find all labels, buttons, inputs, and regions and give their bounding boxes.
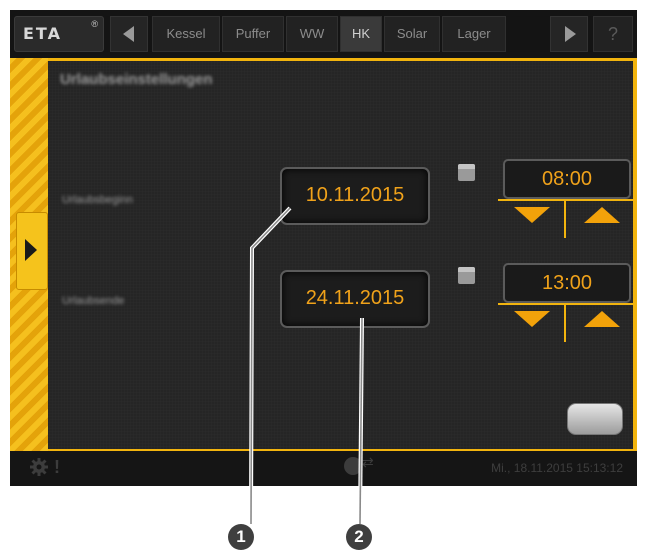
tab-hk[interactable]: HK [340, 16, 382, 52]
warning-icon[interactable]: ! [54, 457, 60, 478]
logo-text: ETA [23, 24, 62, 43]
tab-puffer[interactable]: Puffer [222, 16, 284, 52]
stepper-divider [564, 201, 566, 238]
up-arrow-icon[interactable] [584, 207, 620, 223]
vacation-start-time-field[interactable]: 08:00 [503, 159, 631, 199]
menu-arrow-icon [25, 239, 37, 261]
vacation-start-date-field[interactable]: 10.11.2015 [280, 167, 430, 225]
confirm-button[interactable] [567, 403, 623, 435]
help-button[interactable]: ? [593, 16, 633, 52]
eta-touch-display: ETA ® Kessel Puffer WW HK Solar Lager ? … [10, 10, 637, 486]
globe-icon[interactable] [344, 457, 362, 475]
gear-icon[interactable] [30, 458, 48, 476]
vacation-start-label: Urlaubsbeginn [62, 194, 133, 206]
up-arrow-icon[interactable] [584, 311, 620, 327]
nav-left-button[interactable] [110, 16, 148, 52]
tab-ww[interactable]: WW [286, 16, 338, 52]
tab-solar[interactable]: Solar [384, 16, 440, 52]
tab-kessel[interactable]: Kessel [152, 16, 220, 52]
calendar-icon[interactable] [458, 267, 475, 284]
panel-title: Urlaubseinstellungen [60, 71, 213, 88]
arrow-right-icon [565, 26, 576, 42]
stepper-divider [564, 305, 566, 342]
content-frame: Urlaubseinstellungen Urlaubsbeginn 10.11… [10, 58, 637, 451]
eta-logo-icon[interactable]: ETA ® [14, 16, 104, 52]
callout-badge-2: 2 [346, 524, 372, 550]
sync-arrow-icon: ⇄ [362, 454, 374, 470]
start-time-stepper [498, 199, 634, 238]
side-menu-button[interactable] [16, 212, 48, 290]
tab-lager[interactable]: Lager [442, 16, 506, 52]
vacation-end-label: Urlaubsende [62, 295, 125, 307]
down-arrow-icon[interactable] [514, 207, 550, 223]
vacation-settings-panel: Urlaubseinstellungen Urlaubsbeginn 10.11… [48, 61, 634, 449]
end-time-stepper [498, 303, 634, 342]
callout-badge-1: 1 [228, 524, 254, 550]
vacation-end-time-field[interactable]: 13:00 [503, 263, 631, 303]
top-navigation-bar: ETA ® Kessel Puffer WW HK Solar Lager ? [10, 10, 637, 58]
status-datetime: Mi., 18.11.2015 15:13:12 [491, 461, 623, 475]
down-arrow-icon[interactable] [514, 311, 550, 327]
vacation-end-date-field[interactable]: 24.11.2015 [280, 270, 430, 328]
logo-mark: ® [91, 19, 98, 29]
nav-right-button[interactable] [550, 16, 588, 52]
calendar-icon[interactable] [458, 164, 475, 181]
arrow-left-icon [123, 26, 134, 42]
